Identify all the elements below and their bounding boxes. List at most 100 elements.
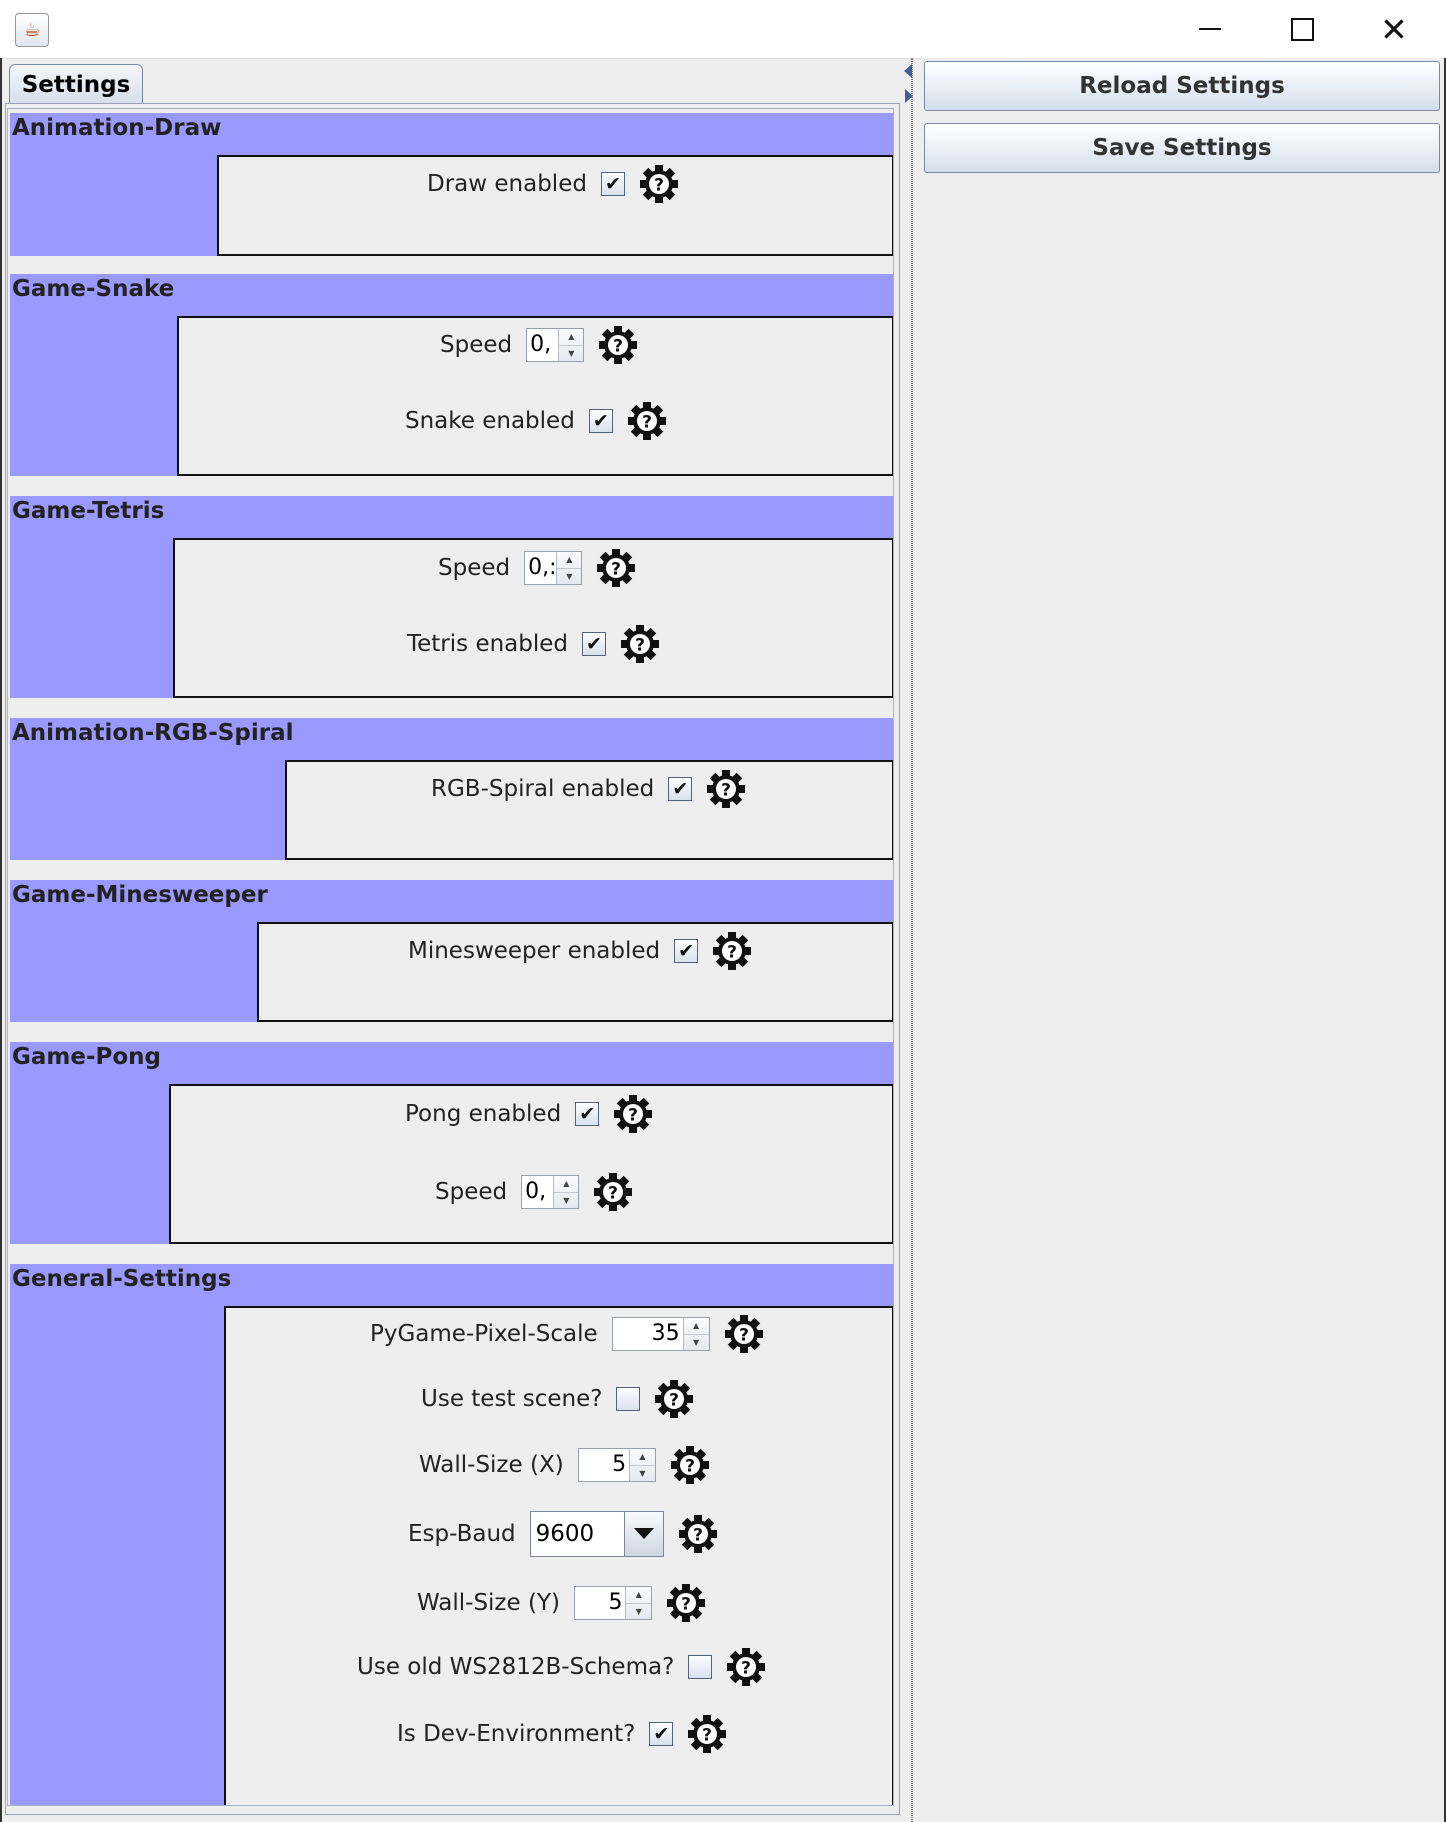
help-gear-icon[interactable]: ? (706, 769, 746, 809)
setting-spinner[interactable]: 5 ▲ ▼ (577, 1448, 656, 1482)
help-gear-icon[interactable]: ? (670, 1445, 710, 1485)
spinner-value-field[interactable]: 5 (579, 1449, 629, 1481)
setting-row: Is Dev-Environment? ✔? (397, 1712, 727, 1756)
help-gear-icon[interactable]: ? (596, 548, 636, 588)
split-pane-divider[interactable] (903, 58, 920, 1822)
help-gear-icon[interactable]: ? (654, 1379, 694, 1419)
spinner-down-icon[interactable]: ▼ (554, 1191, 579, 1209)
spinner-buttons: ▲ ▼ (625, 1587, 651, 1619)
help-gear-icon[interactable]: ? (598, 325, 638, 365)
help-gear-icon[interactable]: ? (712, 931, 752, 971)
section-title: Game-Snake (12, 276, 175, 302)
svg-text:?: ? (642, 413, 652, 433)
svg-text:?: ? (628, 1106, 638, 1126)
setting-spinner[interactable]: 0, ▲ ▼ (521, 1175, 580, 1209)
setting-checkbox[interactable]: ✔ (649, 1722, 674, 1746)
section-box: PyGame-Pixel-Scale 35 ▲ ▼? Use test scene?? W… (224, 1306, 893, 1805)
java-coffee-cup-icon[interactable]: ☕ (15, 13, 49, 47)
setting-row: Use old WS2812B-Schema?? (357, 1645, 766, 1689)
setting-checkbox[interactable]: ✔ (588, 409, 613, 433)
collapse-right-arrow-icon[interactable] (905, 89, 913, 103)
combo-arrow-button[interactable] (624, 1512, 663, 1556)
tab-settings[interactable]: Settings (9, 64, 143, 104)
setting-spinner[interactable]: 35 ▲ ▼ (611, 1317, 710, 1351)
help-gear-icon[interactable]: ? (726, 1647, 766, 1687)
setting-combo[interactable]: 9600 (529, 1511, 664, 1557)
svg-text:?: ? (741, 1659, 751, 1679)
spinner-down-icon[interactable]: ▼ (630, 1464, 655, 1482)
svg-text:?: ? (685, 1457, 695, 1477)
help-gear-icon[interactable]: ? (620, 624, 660, 664)
reload-settings-button[interactable]: Reload Settings (924, 61, 1440, 111)
setting-label: Use old WS2812B-Schema? (357, 1654, 675, 1680)
settings-scroll-view[interactable]: Animation-Draw Draw enabled ✔? Game-Snake Sp… (7, 108, 894, 1806)
setting-checkbox[interactable] (616, 1387, 641, 1411)
spinner-buttons: ▲ ▼ (556, 552, 582, 585)
help-gear-icon[interactable]: ? (593, 1172, 633, 1212)
setting-checkbox[interactable] (688, 1655, 713, 1679)
setting-row: Speed 0, ▲ ▼? (435, 1170, 633, 1214)
setting-label: Pong enabled (405, 1101, 562, 1127)
settings-section: Animation-RGB-Spiral RGB-Spiral enabled ✔? (10, 718, 893, 860)
spinner-down-icon[interactable]: ▼ (683, 1333, 709, 1351)
help-gear-icon[interactable]: ? (666, 1583, 706, 1623)
help-gear-icon[interactable]: ? (639, 164, 679, 204)
spinner-up-icon[interactable]: ▲ (684, 1318, 709, 1334)
setting-checkbox[interactable]: ✔ (674, 939, 699, 963)
setting-checkbox[interactable]: ✔ (600, 172, 625, 196)
setting-row: Pong enabled ✔? (405, 1092, 653, 1136)
svg-text:?: ? (739, 1326, 749, 1346)
combo-value[interactable]: 9600 (531, 1512, 625, 1556)
section-box: Pong enabled ✔? Speed 0, ▲ ▼? (169, 1084, 893, 1244)
svg-text:?: ? (727, 943, 737, 963)
svg-text:?: ? (608, 1184, 618, 1204)
spinner-value-field[interactable]: 0, (522, 1176, 553, 1208)
setting-label: Tetris enabled (407, 631, 569, 657)
setting-row: Draw enabled ✔? (427, 162, 679, 206)
section-box: Minesweeper enabled ✔? (257, 922, 893, 1022)
spinner-up-icon[interactable]: ▲ (554, 1176, 578, 1192)
collapse-left-arrow-icon[interactable] (904, 64, 912, 78)
spinner-up-icon[interactable]: ▲ (626, 1587, 651, 1603)
svg-text:?: ? (721, 781, 731, 801)
setting-row: Speed 0, ▲ ▼? (440, 323, 638, 367)
setting-label: Wall-Size (X) (419, 1452, 564, 1478)
spinner-up-icon[interactable]: ▲ (559, 329, 583, 345)
svg-text:?: ? (635, 636, 645, 656)
maximize-button[interactable] (1258, 0, 1346, 58)
spinner-down-icon[interactable]: ▼ (626, 1602, 651, 1620)
setting-checkbox[interactable]: ✔ (575, 1102, 600, 1126)
spinner-up-icon[interactable]: ▲ (630, 1449, 655, 1465)
maximize-icon (1290, 17, 1314, 41)
close-button[interactable]: ✕ (1350, 0, 1438, 58)
spinner-up-icon[interactable]: ▲ (557, 552, 581, 568)
minimize-button[interactable] (1166, 0, 1254, 58)
minimize-icon (1199, 28, 1221, 30)
spinner-value-field[interactable]: 0,: (525, 552, 556, 584)
setting-row: Speed 0,: ▲ ▼? (438, 546, 636, 590)
tab-label: Settings (21, 71, 131, 98)
setting-spinner[interactable]: 5 ▲ ▼ (573, 1586, 652, 1620)
section-box: Speed 0, ▲ ▼? Snake enabled ✔? (177, 316, 893, 476)
svg-text:?: ? (670, 1391, 680, 1411)
save-settings-button[interactable]: Save Settings (924, 123, 1440, 173)
help-gear-icon[interactable]: ? (687, 1714, 727, 1754)
spinner-down-icon[interactable]: ▼ (557, 567, 582, 585)
setting-checkbox[interactable]: ✔ (582, 632, 607, 656)
setting-spinner[interactable]: 0, ▲ ▼ (526, 328, 585, 362)
help-gear-icon[interactable]: ? (627, 401, 667, 441)
help-gear-icon[interactable]: ? (724, 1314, 764, 1354)
svg-text:?: ? (693, 1526, 703, 1546)
setting-spinner[interactable]: 0,: ▲ ▼ (524, 551, 583, 585)
setting-checkbox[interactable]: ✔ (668, 777, 693, 801)
spinner-value-field[interactable]: 35 (613, 1318, 683, 1350)
help-gear-icon[interactable]: ? (613, 1094, 653, 1134)
settings-section: Animation-Draw Draw enabled ✔? (10, 113, 893, 256)
settings-section: Game-Pong Pong enabled ✔? Speed 0, ▲ ▼? (10, 1042, 893, 1244)
help-gear-icon[interactable]: ? (678, 1514, 718, 1554)
settings-section: Game-Minesweeper Minesweeper enabled ✔? (10, 880, 893, 1022)
spinner-value-field[interactable]: 5 (575, 1587, 625, 1619)
spinner-down-icon[interactable]: ▼ (559, 344, 584, 362)
spinner-value-field[interactable]: 0, (527, 329, 558, 361)
settings-section: General-Settings PyGame-Pixel-Scale 35 ▲ ▼? U… (10, 1264, 893, 1805)
